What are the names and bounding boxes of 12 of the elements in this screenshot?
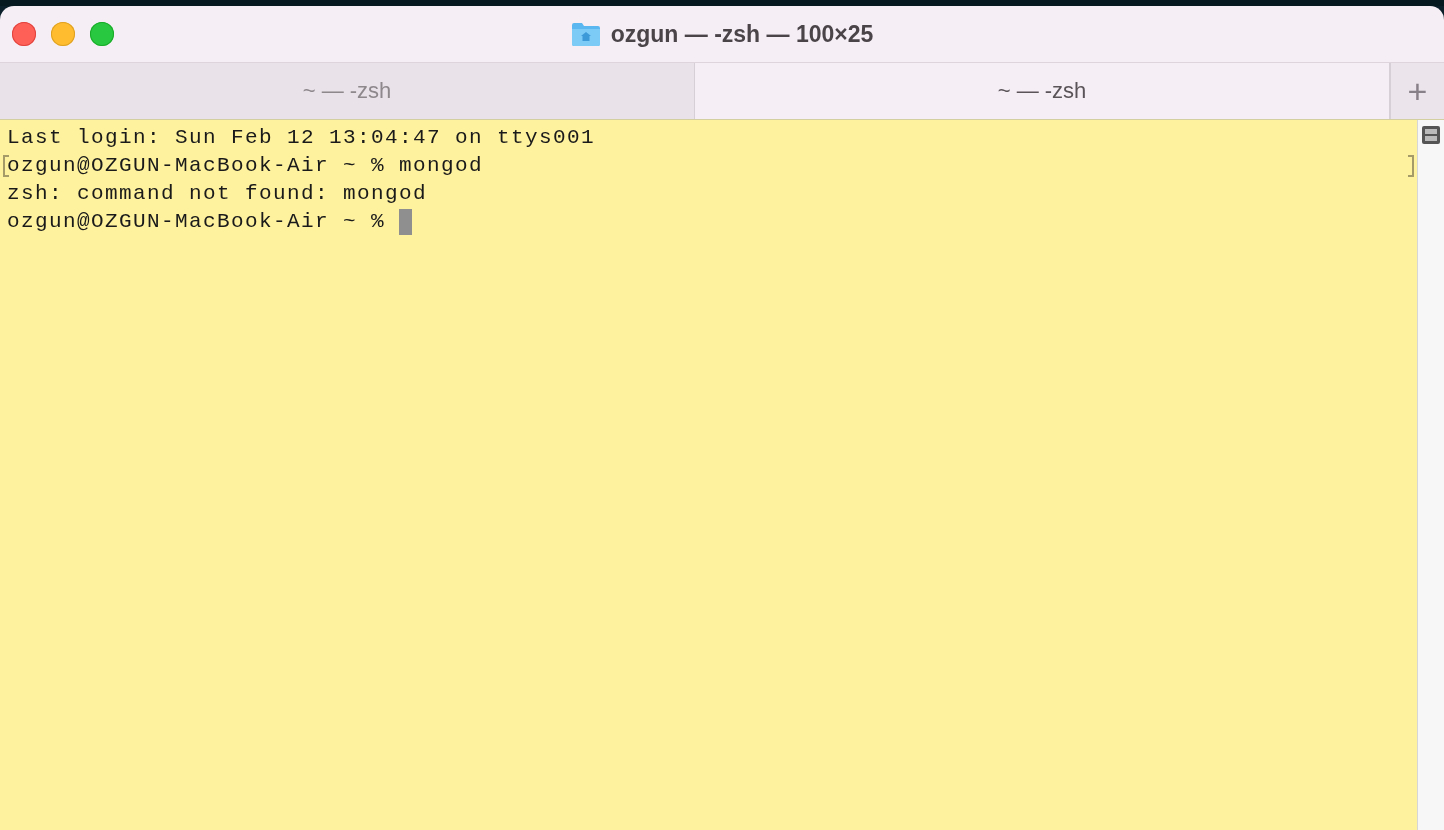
terminal-line: ozgun@OZGUN-MacBook-Air ~ % [7,209,387,235]
close-button[interactable] [12,22,36,46]
terminal-line: zsh: command not found: mongod [7,181,428,207]
tab[interactable]: ~ — -zsh [695,63,1390,119]
minimize-button[interactable] [51,22,75,46]
mark-bracket-icon [1408,155,1414,177]
window-title: ozgun — -zsh — 100×25 [610,20,874,48]
terminal-line: Last login: Sun Feb 12 13:04:47 on ttys001 [7,125,596,151]
split-pane-icon [1422,126,1440,144]
zoom-button[interactable] [90,22,114,46]
home-folder-icon [570,21,601,47]
terminal-line: ozgun@OZGUN-MacBook-Air ~ % mongod [7,153,484,179]
